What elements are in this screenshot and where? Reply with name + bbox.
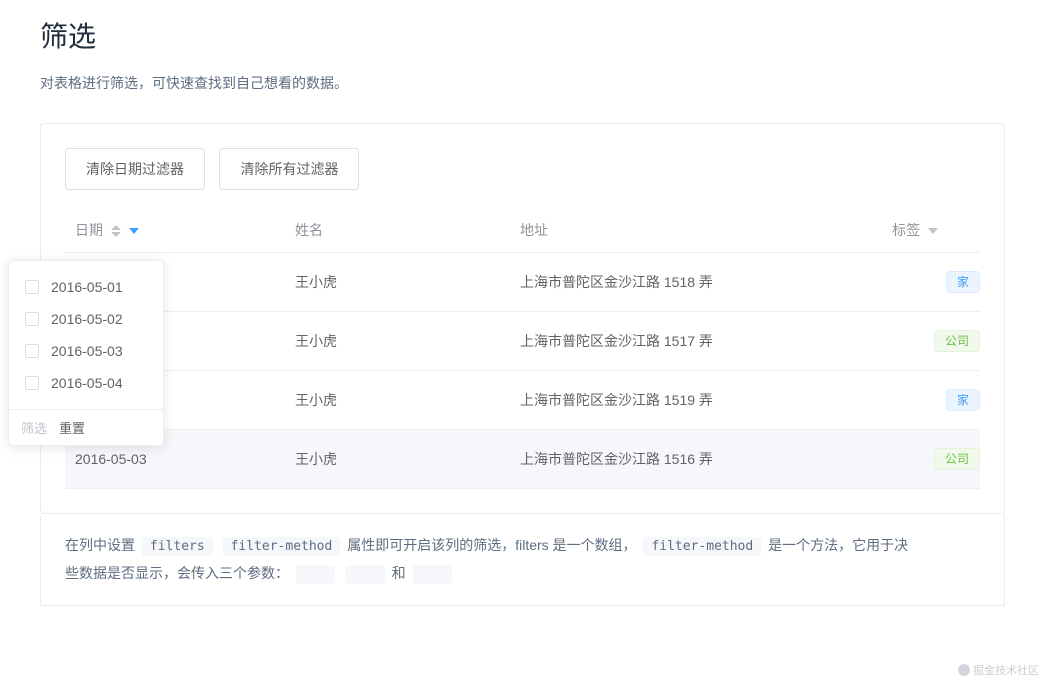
table-row[interactable]: 2016-05-03 王小虎 上海市普陀区金沙江路 1516 弄 公司 xyxy=(65,430,980,489)
doc-text: 是一个方法，它用于决 xyxy=(768,537,908,553)
filter-arrow-icon[interactable] xyxy=(129,228,139,234)
watermark-logo-icon xyxy=(958,664,970,676)
filter-apply-button[interactable]: 筛选 xyxy=(21,418,47,437)
cell-address: 上海市普陀区金沙江路 1518 弄 xyxy=(510,253,882,312)
clear-all-filter-button[interactable]: 清除所有过滤器 xyxy=(219,148,359,190)
code-tag xyxy=(345,565,384,584)
page-title: 筛选 xyxy=(40,15,1005,55)
table-row[interactable]: 2016-05-04 王小虎 上海市普陀区金沙江路 1517 弄 公司 xyxy=(65,312,980,371)
demo-block: 清除日期过滤器 清除所有过滤器 日期 姓名 地址 标签 xyxy=(40,123,1005,514)
doc-text: 些数据是否显示，会传入三个参数： xyxy=(65,565,289,581)
checkbox-icon[interactable] xyxy=(25,312,39,326)
cell-name: 王小虎 xyxy=(285,371,510,430)
filter-option[interactable]: 2016-05-02 xyxy=(9,303,163,335)
code-tag xyxy=(413,565,452,584)
header-name: 姓名 xyxy=(285,208,510,253)
filter-dropdown[interactable]: 2016-05-01 2016-05-02 2016-05-03 2016-05… xyxy=(8,260,164,446)
filter-option-label: 2016-05-04 xyxy=(51,375,123,391)
cell-address: 上海市普陀区金沙江路 1517 弄 xyxy=(510,312,882,371)
checkbox-icon[interactable] xyxy=(25,344,39,358)
tag-badge: 家 xyxy=(946,271,980,293)
doc-text: 在列中设置 xyxy=(65,537,135,553)
filter-option[interactable]: 2016-05-01 xyxy=(9,271,163,303)
table-row[interactable]: 2016-05-01 王小虎 上海市普陀区金沙江路 1519 弄 家 xyxy=(65,371,980,430)
checkbox-icon[interactable] xyxy=(25,280,39,294)
cell-name: 王小虎 xyxy=(285,253,510,312)
filter-option[interactable]: 2016-05-04 xyxy=(9,367,163,399)
code-tag: filter-method xyxy=(223,537,341,556)
cell-tag: 家 xyxy=(882,253,980,312)
code-tag xyxy=(296,565,335,584)
code-tag: filter-method xyxy=(643,537,761,556)
documentation-block: 在列中设置 filters filter-method 属性即可开启该列的筛选，… xyxy=(40,514,1005,606)
filter-arrow-icon[interactable] xyxy=(928,228,938,234)
cell-name: 王小虎 xyxy=(285,430,510,489)
header-address: 地址 xyxy=(510,208,882,253)
code-tag: filters xyxy=(142,537,213,556)
cell-address: 上海市普陀区金沙江路 1519 弄 xyxy=(510,371,882,430)
watermark: 掘金技术社区 xyxy=(958,662,1039,678)
header-date-label: 日期 xyxy=(75,222,103,238)
tag-badge: 家 xyxy=(946,389,980,411)
header-tag[interactable]: 标签 xyxy=(882,208,980,253)
doc-text: 属性即可开启该列的筛选，filters 是一个数组， xyxy=(347,537,636,553)
header-tag-label: 标签 xyxy=(892,222,920,238)
filter-reset-button[interactable]: 重置 xyxy=(59,418,85,437)
filter-option-label: 2016-05-02 xyxy=(51,311,123,327)
cell-tag: 公司 xyxy=(882,312,980,371)
tag-badge: 公司 xyxy=(934,448,980,470)
doc-text: 和 xyxy=(392,565,406,581)
data-table: 日期 姓名 地址 标签 2016-05-02 王小虎 上海市普陀区金 xyxy=(65,208,980,489)
table-row[interactable]: 2016-05-02 王小虎 上海市普陀区金沙江路 1518 弄 家 xyxy=(65,253,980,312)
page-subtitle: 对表格进行筛选，可快速查找到自己想看的数据。 xyxy=(40,73,1005,93)
cell-tag: 公司 xyxy=(882,430,980,489)
filter-option[interactable]: 2016-05-03 xyxy=(9,335,163,367)
sort-icon[interactable] xyxy=(111,225,121,237)
cell-tag: 家 xyxy=(882,371,980,430)
clear-date-filter-button[interactable]: 清除日期过滤器 xyxy=(65,148,205,190)
filter-option-label: 2016-05-03 xyxy=(51,343,123,359)
table-body: 2016-05-02 王小虎 上海市普陀区金沙江路 1518 弄 家 2016-… xyxy=(65,253,980,489)
filter-option-label: 2016-05-01 xyxy=(51,279,123,295)
button-row: 清除日期过滤器 清除所有过滤器 xyxy=(65,148,980,190)
filter-option-list: 2016-05-01 2016-05-02 2016-05-03 2016-05… xyxy=(9,261,163,409)
tag-badge: 公司 xyxy=(934,330,980,352)
watermark-text: 掘金技术社区 xyxy=(973,662,1039,678)
cell-address: 上海市普陀区金沙江路 1516 弄 xyxy=(510,430,882,489)
cell-name: 王小虎 xyxy=(285,312,510,371)
header-date[interactable]: 日期 xyxy=(65,208,285,253)
checkbox-icon[interactable] xyxy=(25,376,39,390)
filter-footer: 筛选 重置 xyxy=(9,409,163,445)
